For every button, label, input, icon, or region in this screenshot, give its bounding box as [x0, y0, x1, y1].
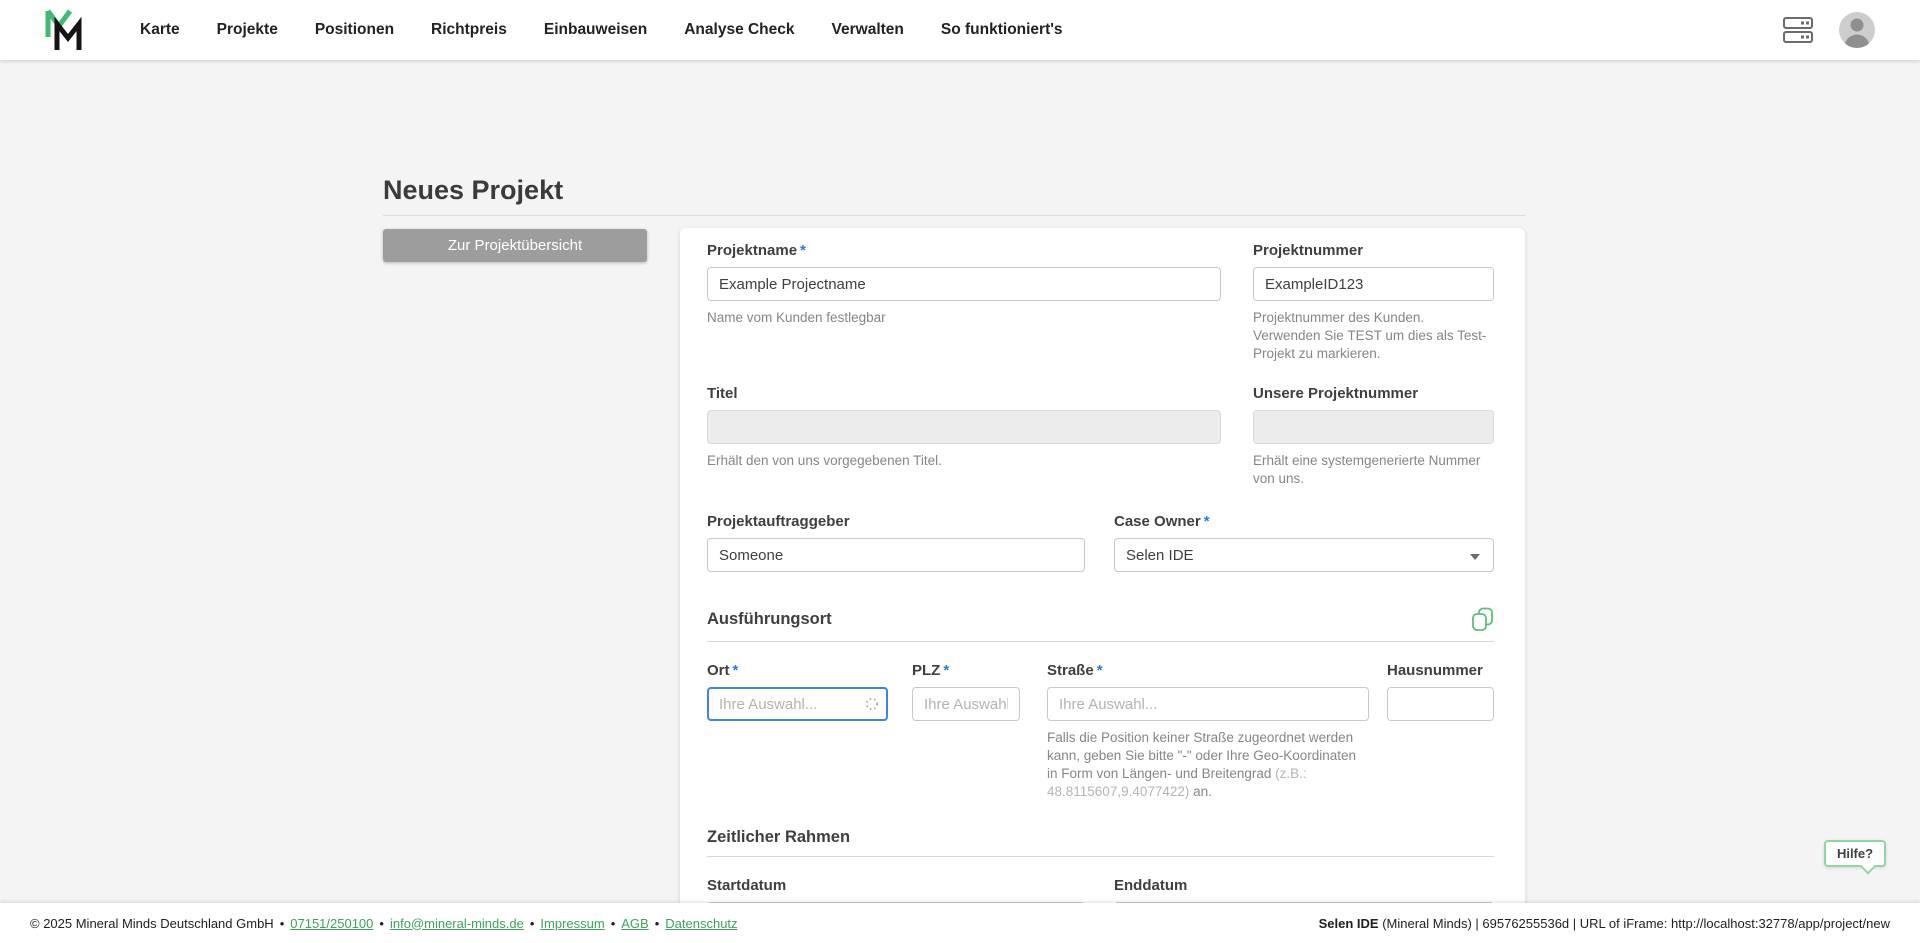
- nav-item-analyse-check[interactable]: Analyse Check: [684, 21, 794, 39]
- required-asterisk: *: [1203, 513, 1210, 530]
- title-divider: [383, 215, 1525, 216]
- case-owner-value: Selen IDE: [1126, 546, 1194, 564]
- projektname-input[interactable]: [707, 267, 1221, 301]
- main-nav: Karte Projekte Positionen Richtpreis Ein…: [140, 21, 1063, 39]
- enddatum-label: Enddatum: [1114, 877, 1188, 894]
- projektname-label: Projektname *: [707, 242, 806, 259]
- unsere-projektnummer-helper: Erhält eine systemgenerierte Nummer von …: [1253, 453, 1481, 486]
- help-button[interactable]: Hilfe?: [1824, 840, 1886, 867]
- back-to-project-overview-button[interactable]: Zur Projektübersicht: [383, 229, 647, 262]
- section-zeitlicher-rahmen: Zeitlicher Rahmen: [707, 828, 1494, 857]
- footer-phone-link[interactable]: 07151/250100: [290, 916, 373, 931]
- ort-label: Ort *: [707, 662, 739, 679]
- projektnummer-input[interactable]: [1253, 267, 1494, 301]
- footer: © 2025 Mineral Minds Deutschland GmbH • …: [0, 903, 1920, 943]
- footer-copyright: © 2025 Mineral Minds Deutschland GmbH: [30, 915, 274, 931]
- required-asterisk: *: [943, 662, 950, 679]
- hausnummer-label: Hausnummer: [1387, 662, 1483, 679]
- case-owner-select[interactable]: Selen IDE: [1114, 538, 1494, 572]
- titel-label: Titel: [707, 385, 738, 402]
- section-zeitlicher-rahmen-title: Zeitlicher Rahmen: [707, 828, 851, 846]
- hausnummer-input[interactable]: [1387, 687, 1494, 721]
- new-project-form-card: Projektname* Name vom Kunden festlegbar …: [680, 228, 1525, 936]
- unsere-projektnummer-label: Unsere Projektnummer: [1253, 385, 1419, 402]
- nav-item-verwalten[interactable]: Verwalten: [832, 21, 904, 39]
- page-title: Neues Projekt: [383, 175, 564, 205]
- nav-item-projekte[interactable]: Projekte: [217, 21, 278, 39]
- required-asterisk: *: [800, 242, 806, 259]
- section-ausfuehrungsort: Ausführungsort: [707, 607, 1494, 642]
- unsere-projektnummer-input: [1253, 410, 1494, 444]
- projektnummer-label: Projektnummer: [1253, 242, 1364, 259]
- nav-item-positionen[interactable]: Positionen: [315, 21, 394, 39]
- loading-spinner-icon: [865, 697, 879, 711]
- server-icon[interactable]: [1782, 15, 1814, 45]
- projektauftraggeber-input[interactable]: [707, 538, 1085, 572]
- footer-email-link[interactable]: info@mineral-minds.de: [390, 916, 524, 931]
- titel-helper: Erhält den von uns vorgegebenen Titel.: [707, 453, 942, 468]
- nav-item-einbauweisen[interactable]: Einbauweisen: [544, 21, 647, 39]
- chevron-down-icon: [1470, 554, 1480, 560]
- projektnummer-helper: Projektnummer des Kunden. Verwenden Sie …: [1253, 310, 1487, 361]
- top-navbar: Karte Projekte Positionen Richtpreis Ein…: [0, 0, 1920, 60]
- page-body: Neues Projekt Zur Projektübersicht Proje…: [0, 60, 1920, 943]
- plz-label: PLZ *: [912, 662, 950, 679]
- case-owner-label: Case Owner *: [1114, 513, 1210, 530]
- copy-icon[interactable]: [1471, 607, 1494, 632]
- footer-session-info: Selen IDE (Mineral Minds) | 69576255536d…: [1318, 915, 1890, 931]
- strasse-label: Straße *: [1047, 662, 1103, 679]
- nav-item-so-funktionierts[interactable]: So funktioniert's: [941, 21, 1063, 39]
- section-ausfuehrungsort-title: Ausführungsort: [707, 610, 832, 628]
- mineral-minds-logo-icon[interactable]: [44, 7, 88, 53]
- ort-input[interactable]: [707, 687, 888, 721]
- required-asterisk: *: [1096, 662, 1103, 679]
- strasse-input[interactable]: [1047, 687, 1369, 721]
- projektauftraggeber-label: Projektauftraggeber: [707, 513, 850, 530]
- required-asterisk: *: [732, 662, 739, 679]
- footer-datenschutz-link[interactable]: Datenschutz: [665, 916, 737, 931]
- plz-input[interactable]: [912, 687, 1020, 721]
- startdatum-label: Startdatum: [707, 877, 787, 894]
- projektname-helper: Name vom Kunden festlegbar: [707, 310, 886, 325]
- footer-agb-link[interactable]: AGB: [621, 916, 648, 931]
- footer-impressum-link[interactable]: Impressum: [540, 916, 604, 931]
- nav-item-karte[interactable]: Karte: [140, 21, 180, 39]
- titel-input: [707, 410, 1221, 444]
- nav-item-richtpreis[interactable]: Richtpreis: [431, 21, 507, 39]
- strasse-helper: Falls die Position keiner Straße zugeord…: [1047, 730, 1357, 799]
- user-avatar-icon[interactable]: [1838, 11, 1876, 49]
